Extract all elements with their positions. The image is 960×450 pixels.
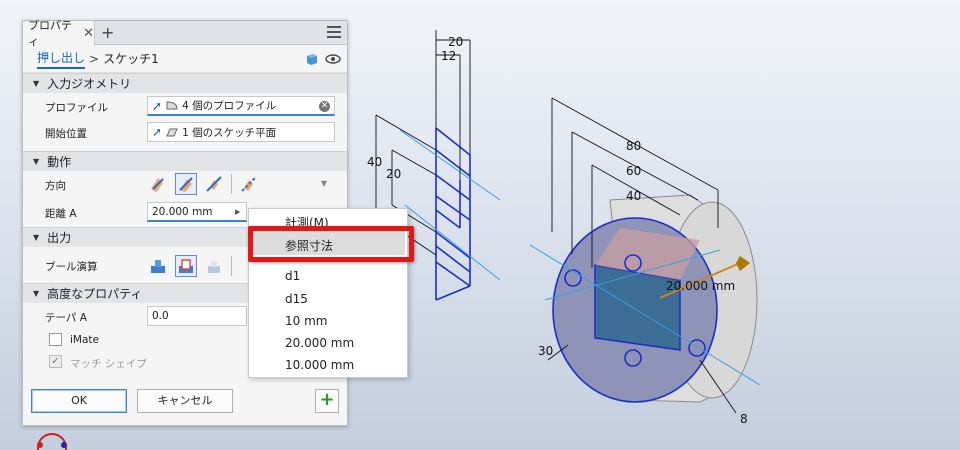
menu-item-d15[interactable]: d15 [285, 292, 308, 306]
section-input-geometry-label: 入力ジオメトリ [47, 77, 132, 91]
view-cube-icon [37, 433, 67, 450]
collapse-arrow-icon: ▼ [33, 157, 40, 166]
annotation-highlight-frame [248, 226, 414, 262]
direction-asymmetric-icon[interactable] [238, 173, 260, 195]
plane-shape-icon [166, 128, 178, 136]
boolean-cut-icon[interactable] [175, 255, 197, 277]
direction-divider [231, 174, 232, 194]
section-output-label: 出力 [47, 231, 72, 245]
direction-symmetric-icon[interactable] [203, 173, 225, 195]
match-shape-label: マッチ シェイプ [70, 358, 147, 370]
menu-item-10mm[interactable]: 10 mm [285, 314, 327, 328]
ok-button[interactable]: OK [31, 389, 127, 413]
visibility-eye-icon[interactable] [325, 54, 341, 64]
close-icon[interactable]: ✕ [83, 26, 94, 41]
collapse-arrow-icon: ▼ [33, 289, 40, 298]
tab-properties[interactable]: プロパティ ✕ [23, 19, 95, 48]
section-behavior[interactable]: ▼ 動作 [23, 151, 347, 171]
clear-selection-icon[interactable]: ✕ [319, 101, 330, 112]
direction-flipped-icon[interactable] [175, 173, 197, 195]
start-position-selector[interactable]: ➚ 1 個のスケッチ平面 [147, 122, 335, 142]
boolean-label: ブール演算 [45, 261, 98, 273]
boolean-intersect-icon[interactable] [203, 255, 225, 277]
imate-checkbox[interactable] [49, 333, 62, 346]
match-shape-checkbox: ✓ [49, 355, 62, 368]
dim-label-20-top: 20 [448, 35, 463, 49]
dim-label-40-right: 40 [626, 189, 641, 203]
taper-input[interactable]: 0.0 [147, 306, 247, 326]
distance-menu-arrow-icon[interactable]: ▶ [235, 208, 240, 216]
hamburger-menu-icon[interactable] [327, 26, 341, 38]
profile-row: プロファイル ➚ 4 個のプロファイル ✕ [23, 93, 347, 119]
boolean-divider [231, 256, 232, 276]
section-advanced-label: 高度なプロパティ [47, 287, 143, 301]
dim-label-30: 30 [538, 344, 553, 358]
dim-label-80: 80 [626, 139, 641, 153]
menu-item-10-000mm[interactable]: 10.000 mm [285, 358, 354, 372]
direction-row: 方向 ▼ [23, 171, 347, 199]
distance-input[interactable]: 20.000 mm [147, 202, 247, 222]
dim-label-8: 8 [740, 412, 748, 426]
menu-item-20mm[interactable]: 20.000 mm [285, 336, 354, 350]
distance-label: 距離 A [45, 208, 77, 220]
add-tab-icon[interactable]: + [101, 23, 114, 42]
boolean-buttons [147, 255, 232, 277]
breadcrumb: 押し出し > スケッチ1 [23, 45, 347, 73]
collapse-arrow-icon: ▼ [33, 233, 40, 242]
cancel-button[interactable]: キャンセル [137, 389, 233, 413]
direction-label: 方向 [45, 180, 66, 192]
solid-body-icon[interactable] [305, 52, 319, 66]
dim-label-40-left: 40 [367, 155, 382, 169]
chevron-down-icon[interactable]: ▼ [321, 179, 327, 188]
start-position-label: 開始位置 [45, 128, 87, 140]
start-position-value: 1 個のスケッチ平面 [182, 126, 277, 139]
direction-buttons [147, 173, 260, 195]
collapse-arrow-icon: ▼ [33, 79, 40, 88]
start-position-row: 開始位置 ➚ 1 個のスケッチ平面 [23, 119, 347, 145]
select-cursor-icon: ➚ [152, 98, 163, 113]
profile-label: プロファイル [45, 102, 108, 114]
dim-label-20-left: 20 [386, 167, 401, 181]
profile-selector[interactable]: ➚ 4 個のプロファイル ✕ [147, 96, 335, 116]
select-cursor-icon: ➚ [152, 125, 163, 139]
section-behavior-label: 動作 [47, 155, 72, 169]
profile-shape-icon [166, 101, 178, 110]
menu-item-d1[interactable]: d1 [285, 269, 300, 283]
apply-add-button[interactable]: + [315, 389, 339, 413]
imate-label: iMate [70, 334, 99, 346]
direction-default-icon[interactable] [147, 173, 169, 195]
panel-tab-bar: プロパティ ✕ + [23, 19, 347, 48]
profile-value: 4 個のプロファイル [182, 100, 277, 112]
breadcrumb-extrude-link[interactable]: 押し出し [37, 49, 86, 69]
breadcrumb-current: スケッチ1 [103, 52, 159, 66]
breadcrumb-separator: > [89, 51, 100, 66]
section-input-geometry[interactable]: ▼ 入力ジオメトリ [23, 73, 347, 93]
extruded-part [552, 194, 758, 403]
boolean-join-icon[interactable] [147, 255, 169, 277]
dim-label-distance: 20.000 mm [666, 279, 735, 293]
dim-label-60: 60 [626, 164, 641, 178]
taper-label: テーパ A [45, 312, 87, 324]
sketch-edge-view [435, 127, 471, 301]
dim-label-12: 12 [441, 49, 456, 63]
